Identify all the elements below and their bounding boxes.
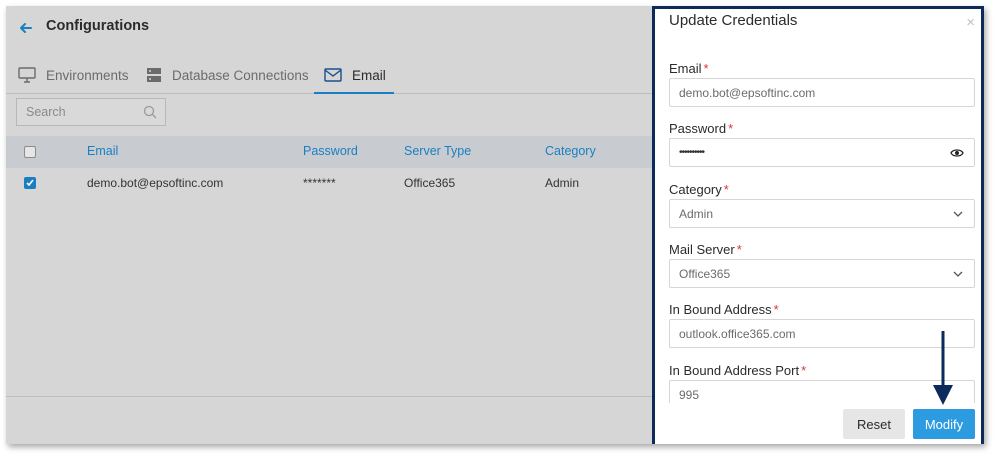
- tab-email[interactable]: Email: [324, 60, 386, 90]
- column-header-category[interactable]: Category: [545, 144, 596, 158]
- mail-server-label: Mail Server *: [669, 242, 742, 257]
- row-checkbox[interactable]: [24, 177, 36, 189]
- inbound-address-field[interactable]: outlook.office365.com: [669, 319, 975, 348]
- category-select[interactable]: Admin: [669, 199, 975, 228]
- inbound-port-label: In Bound Address Port *: [669, 363, 807, 378]
- back-arrow-icon[interactable]: [18, 20, 34, 36]
- tab-label: Environments: [46, 67, 129, 83]
- reset-button[interactable]: Reset: [843, 409, 905, 439]
- chevron-down-icon: [952, 208, 964, 223]
- monitor-icon: [18, 67, 36, 83]
- cell-category: Admin: [545, 176, 580, 190]
- page-title: Configurations: [46, 18, 150, 34]
- cell-password: *******: [303, 176, 336, 190]
- password-field[interactable]: ••••••••••: [669, 138, 975, 167]
- database-icon: [147, 68, 161, 82]
- email-label: Email *: [669, 61, 709, 76]
- cell-email: demo.bot@epsoftinc.com: [87, 176, 224, 190]
- search-input[interactable]: Search: [16, 98, 166, 126]
- inbound-port-field[interactable]: 995: [669, 380, 975, 403]
- screenshot-frame: Configurations Environments Database Con…: [6, 6, 984, 444]
- cell-server-type: Office365: [404, 176, 456, 190]
- column-header-password[interactable]: Password: [303, 144, 358, 158]
- mail-icon: [324, 68, 342, 82]
- column-header-server-type[interactable]: Server Type: [404, 144, 471, 158]
- annotation-arrow-icon: [933, 331, 953, 405]
- active-tab-indicator: [314, 92, 394, 94]
- panel-title: Update Credentials: [669, 12, 798, 29]
- inbound-address-label: In Bound Address *: [669, 302, 779, 317]
- search-icon[interactable]: [143, 105, 157, 122]
- mail-server-select[interactable]: Office365: [669, 259, 975, 288]
- panel-actions: Reset Modify: [655, 403, 981, 444]
- tab-environments[interactable]: Environments: [18, 60, 129, 90]
- tab-database-connections[interactable]: Database Connections: [146, 60, 309, 90]
- close-icon[interactable]: ×: [966, 14, 975, 31]
- chevron-down-icon: [952, 268, 964, 283]
- eye-icon[interactable]: [950, 147, 964, 162]
- search-placeholder: Search: [26, 105, 66, 119]
- modify-button[interactable]: Modify: [913, 409, 975, 439]
- email-field[interactable]: demo.bot@epsoftinc.com: [669, 78, 975, 107]
- tab-label: Database Connections: [172, 67, 309, 83]
- password-label: Password *: [669, 121, 734, 136]
- tab-label: Email: [352, 67, 386, 83]
- category-label: Category *: [669, 182, 729, 197]
- column-header-email[interactable]: Email: [87, 144, 118, 158]
- select-all-checkbox[interactable]: [24, 146, 36, 158]
